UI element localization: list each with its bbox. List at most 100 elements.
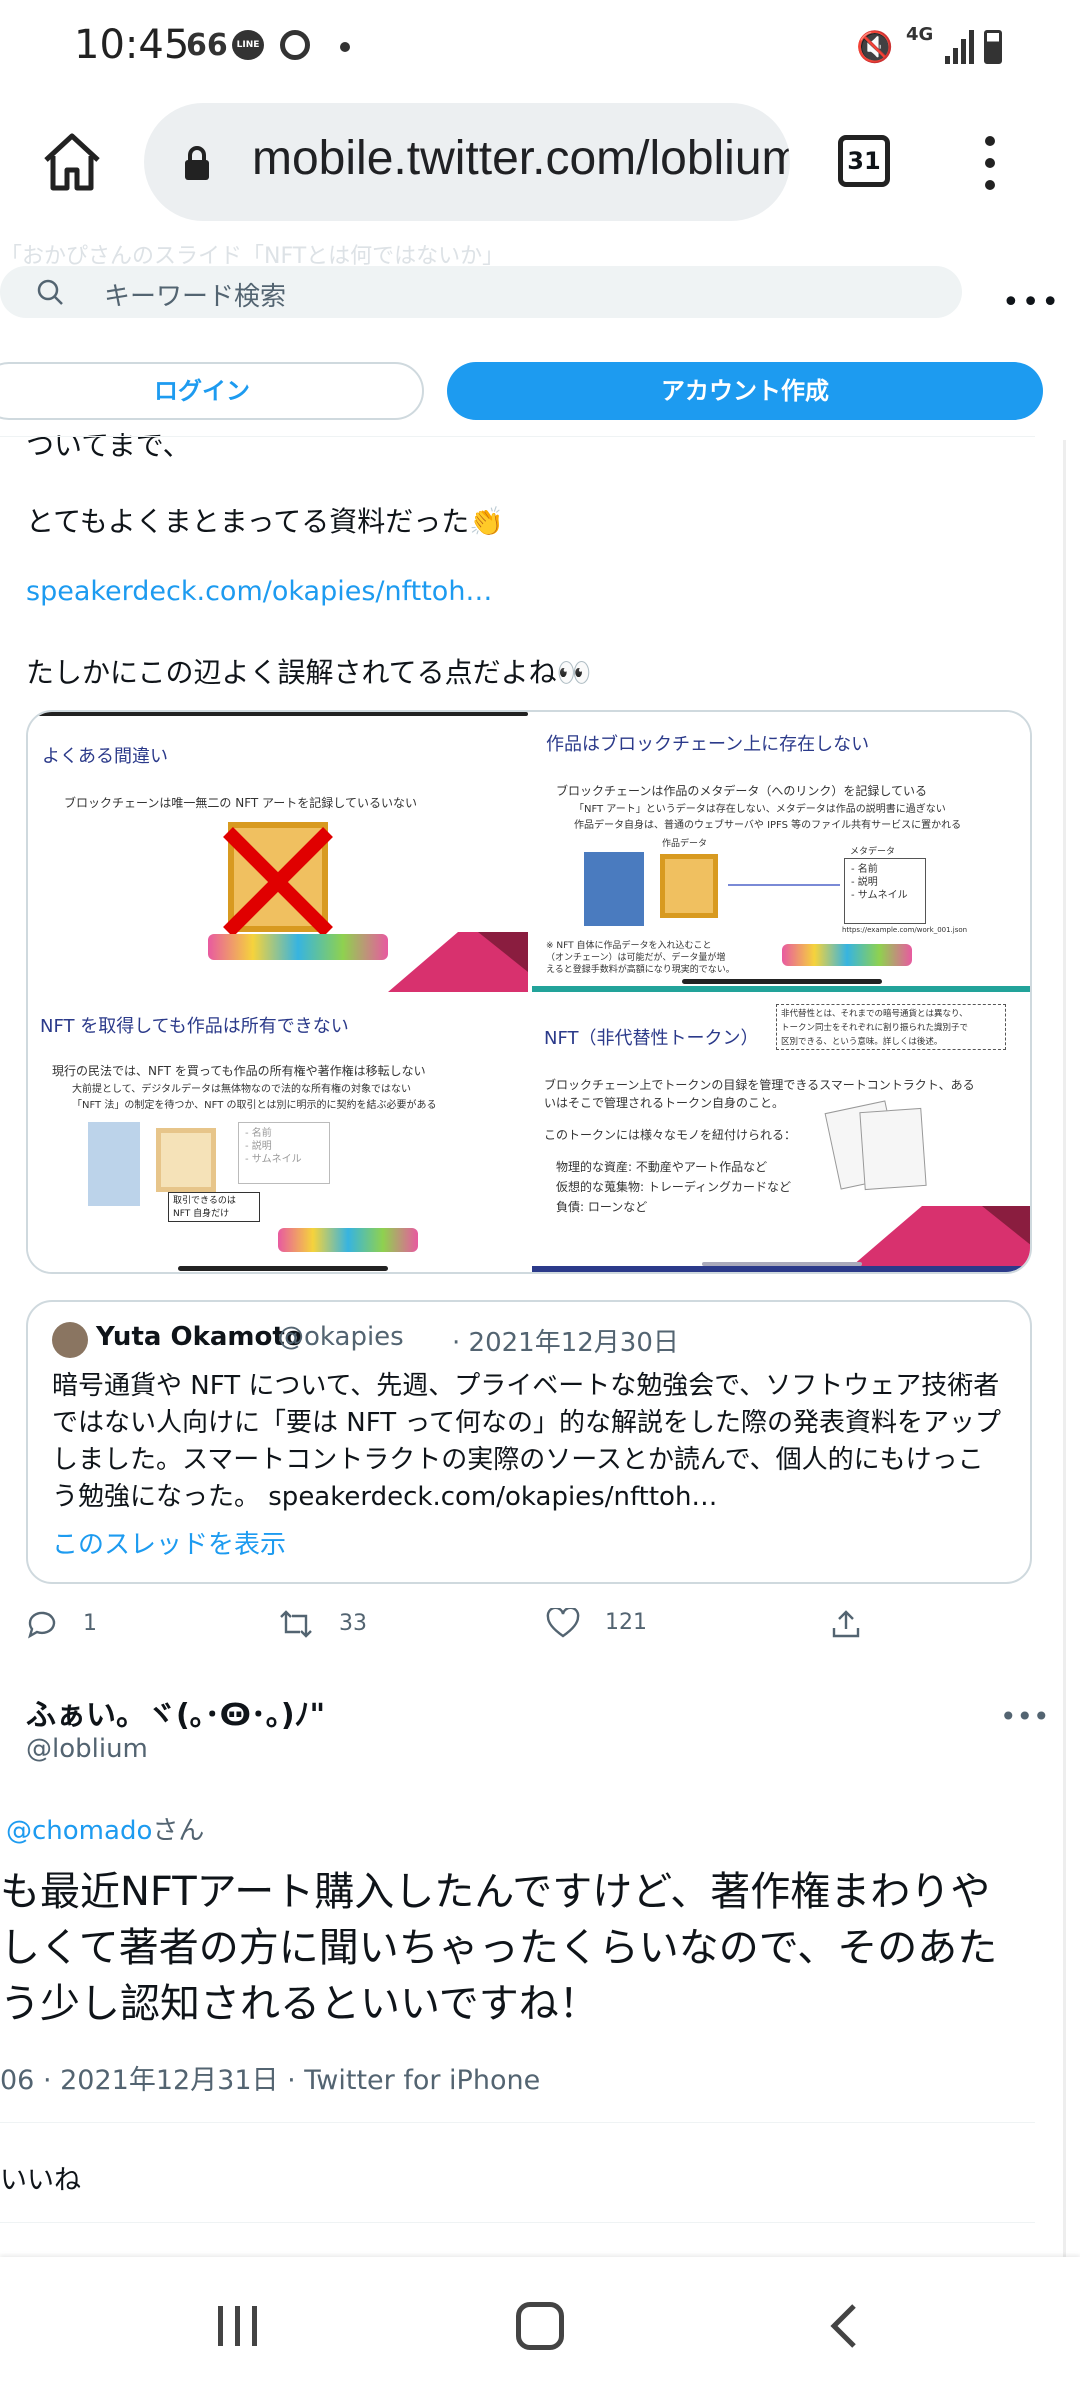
- slide-image[interactable]: 作品はブロックチェーン上に存在しない ブロックチェーンは作品のメタデータ（へのリ…: [532, 712, 1030, 992]
- grid-divider: [28, 992, 1030, 996]
- callout-box: 取引できるのは NFT 自身だけ: [168, 1192, 260, 1222]
- reply-context: @chomadoさん: [6, 1810, 204, 1847]
- tweet-text-line: たしかにこの辺よく誤解されてる点だよね👀: [26, 651, 591, 691]
- retweet-icon: [280, 1610, 312, 1638]
- slide-label: 作品データ: [662, 839, 708, 849]
- server-icon: [88, 1122, 140, 1206]
- slide-label: - サムネイル: [851, 890, 908, 901]
- slide-text: ブロックチェーンは作品のメタデータ（へのリンク）を記録している: [556, 784, 928, 798]
- tweet-text-line: も最近NFTアート購入したんですけど、著作権まわりや: [0, 1869, 991, 1915]
- slide-label: メタデータ: [850, 847, 896, 857]
- reply-button[interactable]: 1: [26, 1608, 97, 1640]
- scrollbar[interactable]: [1063, 440, 1066, 2260]
- quoted-author-name: Yuta Okamoto: [96, 1322, 303, 1352]
- slide-indicator: [178, 1266, 388, 1271]
- reply-icon: [28, 1611, 56, 1639]
- like-button[interactable]: 121: [546, 1606, 647, 1638]
- clap-emoji: 👏: [469, 505, 505, 538]
- slide-indicator: [702, 1262, 862, 1266]
- notification-dot-icon: [340, 42, 350, 52]
- lock-icon: [185, 146, 209, 180]
- slide-text: ブロックチェーンは唯一無二の NFT アートを記録しているいない: [64, 796, 417, 810]
- quoted-text: 暗号通貨や NFT について、先週、プライベートな勉強会で、ソフトウェア技術者 …: [52, 1368, 1012, 1516]
- slide-text: 大前提として、デジタルデータは無体物なので法的な所有権の対象ではない: [72, 1084, 411, 1095]
- likes-label[interactable]: いいね: [0, 2158, 81, 2197]
- slide-image[interactable]: よくある間違い ブロックチェーンは唯一無二の NFT アートを記録しているいない: [28, 712, 528, 992]
- signal-icon: [945, 30, 974, 64]
- slide-text: 作品データ自身は、普通のウェブサーバや IPFS 等のファイル共有サービスに置か…: [574, 820, 962, 831]
- slide-note: えると登録手数料が高額になり現実的でない。: [546, 965, 735, 975]
- slide-label: - 説明: [245, 1141, 272, 1152]
- media-grid[interactable]: よくある間違い ブロックチェーンは唯一無二の NFT アートを記録しているいない…: [26, 710, 1032, 1274]
- divider: [0, 2122, 1035, 2123]
- search-placeholder: キーワード検索: [104, 282, 287, 312]
- more-horizontal-icon[interactable]: •••: [1000, 1700, 1050, 1733]
- tweet-link[interactable]: speakerdeck.com/okapies/nfttoh…: [26, 576, 492, 607]
- signup-button[interactable]: アカウント作成: [447, 362, 1043, 420]
- slide-footer: [532, 1266, 1030, 1272]
- quoted-date: · 2021年12月30日: [452, 1328, 679, 1358]
- slide-decoration: [388, 932, 528, 992]
- more-horizontal-icon[interactable]: •••: [1002, 285, 1061, 320]
- slide-label: 区別できる、という意味。詳しくは後述。: [781, 1037, 943, 1047]
- status-bar: 10:45 66 LINE 🔇 4G: [0, 0, 1080, 95]
- slide-url: https://example.com/work_001.json: [842, 926, 968, 934]
- divider: [0, 2222, 1035, 2223]
- slide-text: 負債: ローンなど: [556, 1200, 648, 1214]
- avatar[interactable]: [52, 1322, 88, 1358]
- arrow-line: [728, 884, 840, 886]
- tweet-text-line: とてもよくまとまってる資料だった👏: [26, 500, 504, 540]
- quoted-text-line: 暗号通貨や NFT について、先週、プライベートな勉強会で、ソフトウェア技術者: [52, 1371, 1000, 1401]
- back-icon[interactable]: [826, 2302, 862, 2350]
- slide-indicator: [682, 979, 882, 984]
- slide-label: - サムネイル: [245, 1154, 302, 1165]
- reply-suffix: さん: [152, 1816, 205, 1846]
- tweet-body: も最近NFTアート購入したんですけど、著作権まわりや しくて著者の方に聞いちゃっ…: [0, 1864, 1080, 2032]
- address-bar[interactable]: mobile.twitter.com/loblium: [144, 103, 790, 221]
- battery-icon: [984, 30, 1002, 64]
- slide-label: NFT 自身だけ: [173, 1209, 230, 1219]
- url-text[interactable]: mobile.twitter.com/loblium: [252, 131, 790, 186]
- slide-image[interactable]: NFT（非代替性トークン） 非代替性とは、それまでの暗号通貨とは異なり、 トーク…: [532, 996, 1030, 1272]
- slide-text: 「NFT 法」の制定を待つか、NFT の取引とは別に明示的に契約を結ぶ必要がある: [72, 1100, 437, 1111]
- share-icon: [832, 1610, 860, 1638]
- artwork-frame: [156, 1128, 216, 1192]
- mention-link[interactable]: @chomado: [6, 1816, 152, 1846]
- tab-switcher-button[interactable]: 31: [838, 135, 890, 187]
- home-nav-icon[interactable]: [516, 2302, 564, 2350]
- reply-count: 1: [83, 1611, 97, 1636]
- blockchain-blocks: [278, 1228, 418, 1252]
- tweet-text-line: しくて著者の方に聞いちゃったくらいなので、そのあた: [0, 1925, 998, 1971]
- tweet-meta: 06 · 2021年12月31日 · Twitter for iPhone: [0, 2065, 541, 2096]
- tweet-text: たしかにこの辺よく誤解されてる点だよね: [26, 656, 557, 689]
- system-nav-bar: [0, 2257, 1080, 2400]
- share-button[interactable]: [830, 1608, 862, 1640]
- search-icon: [37, 279, 63, 305]
- slide-image[interactable]: NFT を取得しても作品は所有できない 現行の民法では、NFT を買っても作品の…: [28, 996, 528, 1272]
- author-name[interactable]: ふぁい。ヾ(｡･Ꙫ･｡)ﾉ": [26, 1690, 325, 1734]
- tweet-text-line: う少し認知されるといいですね！: [0, 1981, 599, 2027]
- cross-icon: [223, 827, 333, 937]
- recent-apps-icon[interactable]: [216, 2302, 260, 2350]
- retweet-button[interactable]: 33: [278, 1608, 367, 1640]
- retweet-count: 33: [339, 1611, 367, 1636]
- tweet-text-line: ついてまで、: [26, 429, 191, 462]
- slide-text: 現行の民法では、NFT を買っても作品の所有権や著作権は移転しない: [52, 1064, 426, 1078]
- divider: [0, 436, 1035, 437]
- slide-text: 物理的な資産: 不動産やアート作品など: [556, 1160, 768, 1174]
- slide-title: 作品はブロックチェーン上に存在しない: [546, 734, 870, 755]
- home-icon[interactable]: [40, 130, 104, 194]
- quoted-text-line: ではない人向けに「要は NFT って何なの」的な解説をした際の発表資料をアップ: [52, 1408, 1002, 1438]
- more-vertical-icon[interactable]: [984, 133, 996, 193]
- metadata-doc: - 名前 - 説明 - サムネイル: [844, 858, 926, 924]
- author-handle[interactable]: @loblium: [26, 1734, 148, 1764]
- search-bar[interactable]: キーワード検索: [0, 266, 962, 318]
- status-notification-count: 66: [186, 28, 228, 63]
- slide-text: 「NFT アート」というデータは存在しない、メタデータは作品の説明書に過ぎない: [574, 804, 946, 815]
- blockchain-blocks: [782, 944, 912, 966]
- quoted-tweet[interactable]: Yuta Okamoto @okapies · 2021年12月30日 暗号通貨…: [26, 1300, 1032, 1584]
- login-button[interactable]: ログイン: [0, 362, 424, 420]
- network-type: 4G: [906, 24, 934, 45]
- show-thread-link[interactable]: このスレッドを表示: [52, 1524, 286, 1561]
- slide-label: - 名前: [245, 1128, 272, 1139]
